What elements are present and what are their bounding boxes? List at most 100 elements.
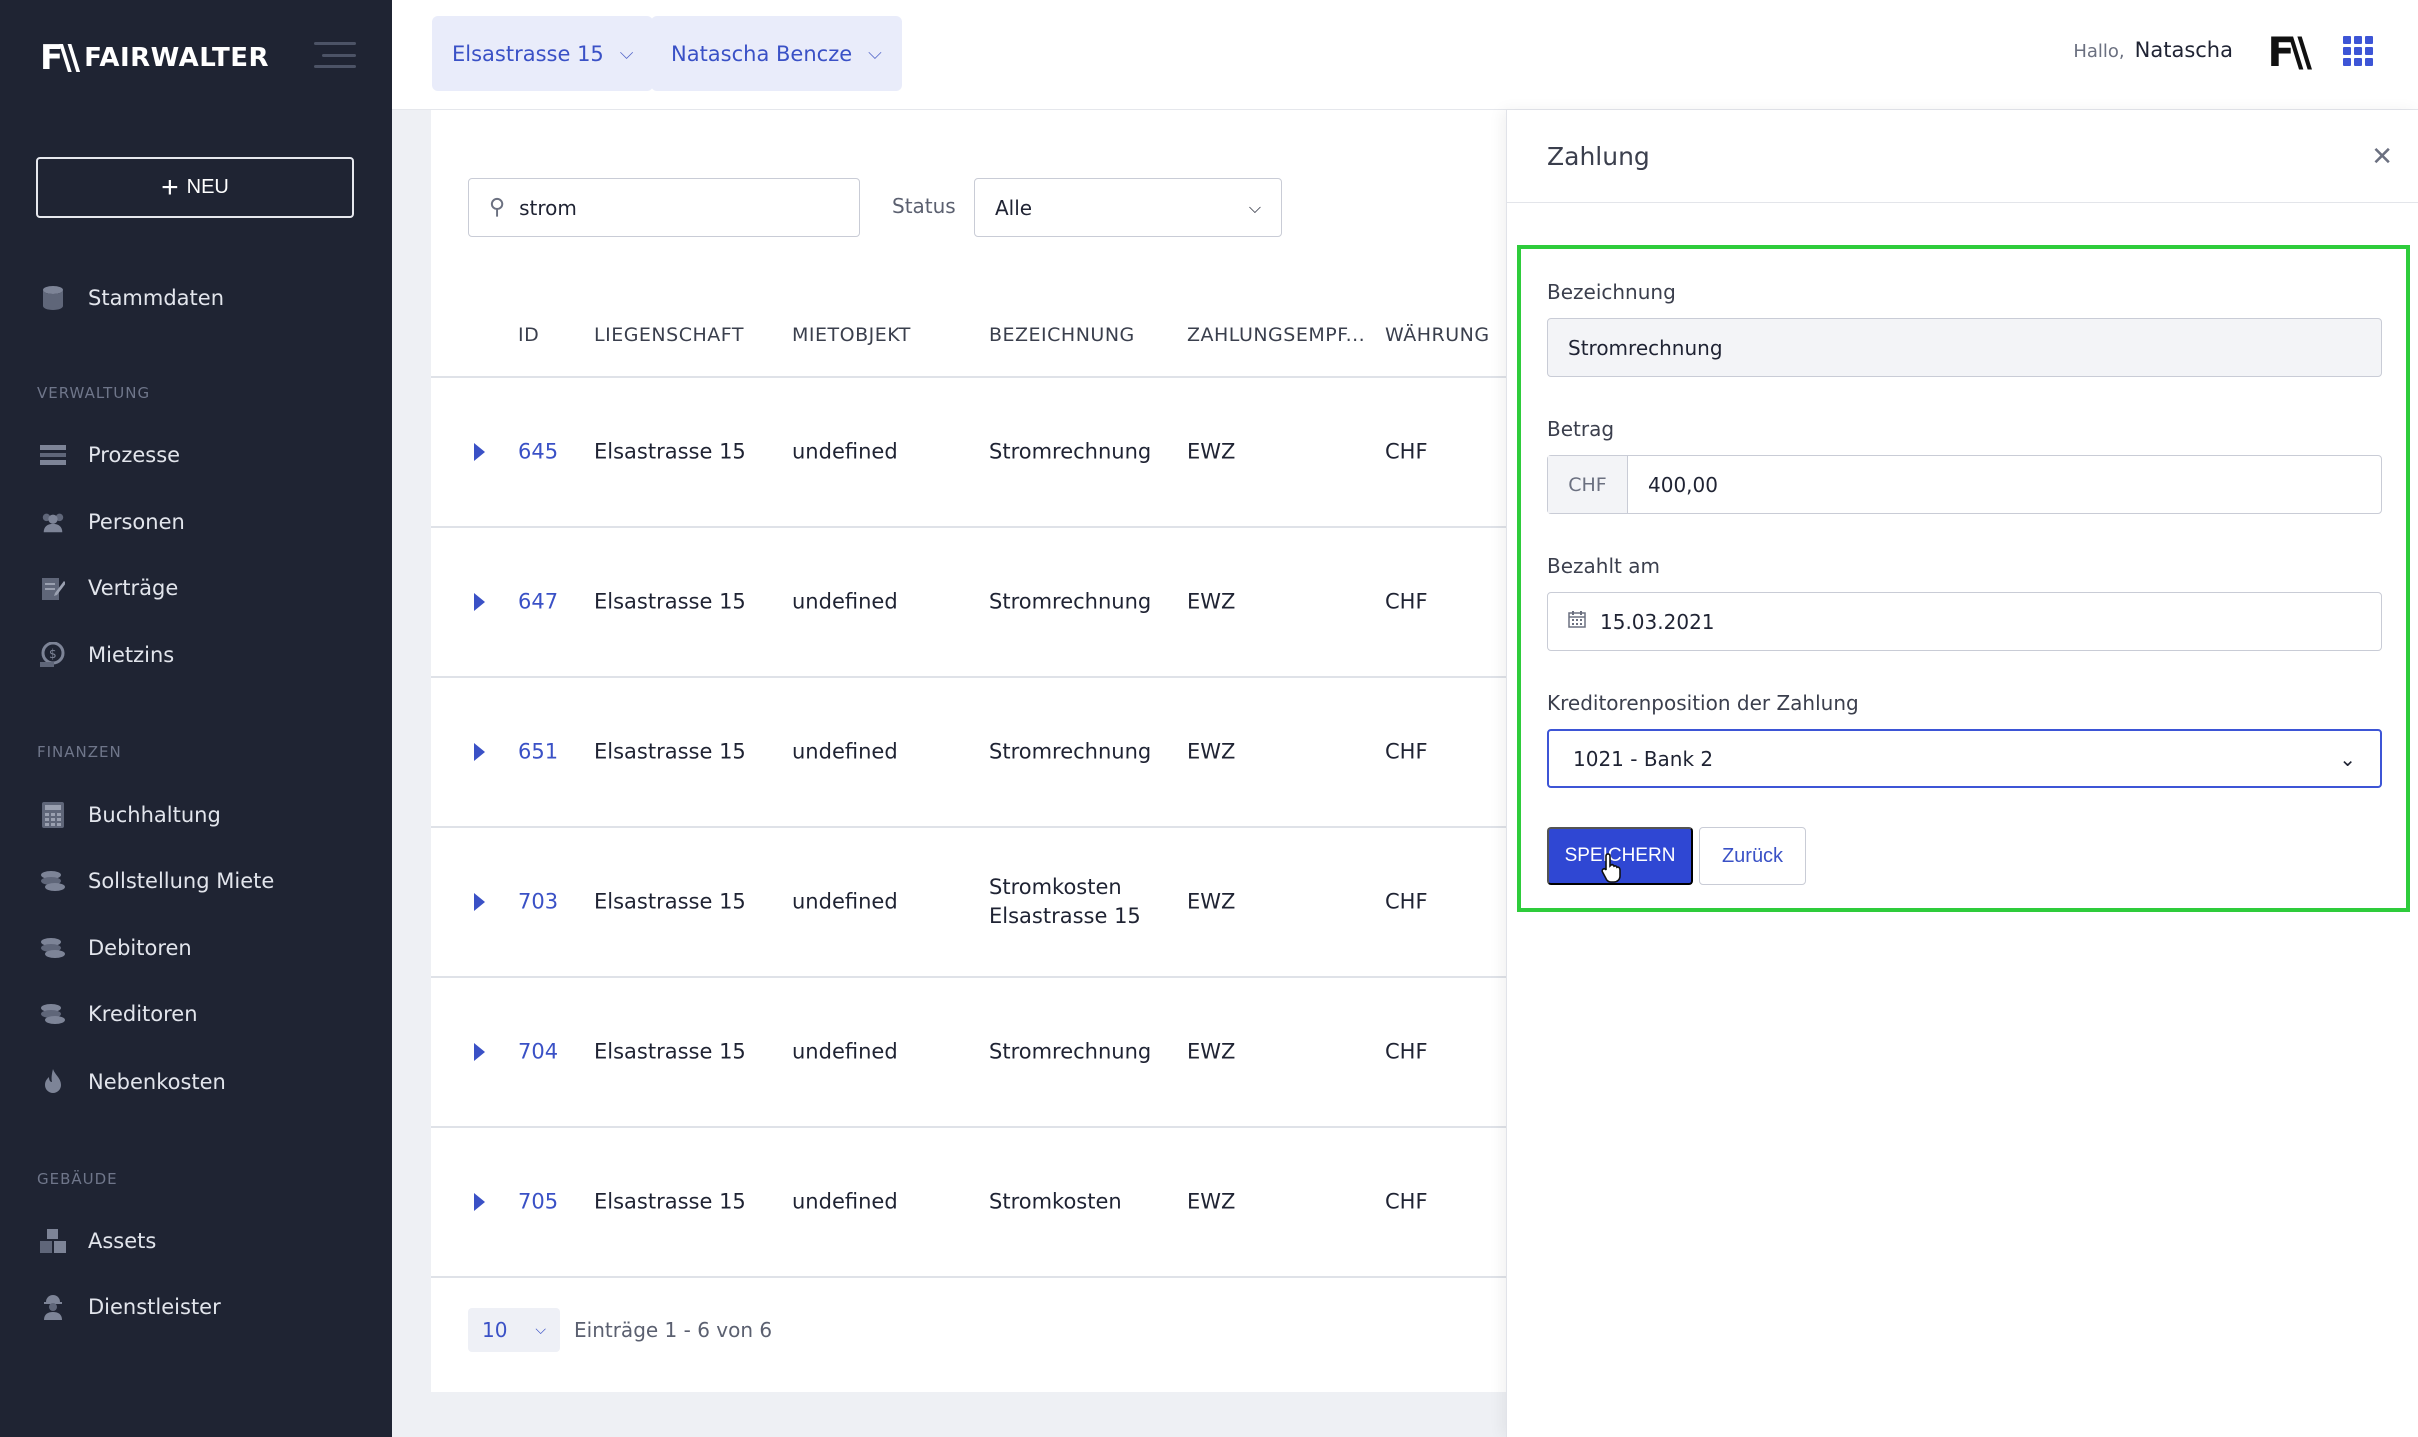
col-header-id[interactable]: ID [518, 324, 539, 346]
cell-id[interactable]: 645 [518, 438, 558, 467]
kreditor-value: 1021 - Bank 2 [1573, 746, 1714, 771]
kreditor-select[interactable]: 1021 - Bank 2 ⌄ [1547, 729, 2382, 788]
sidebar-item-vertraege[interactable]: Verträge [40, 575, 178, 601]
table-row[interactable]: 651 Elsastrasse 15 undefined Stromrechnu… [431, 678, 1631, 828]
sidebar-item-mietzins[interactable]: $ Mietzins [40, 642, 174, 668]
svg-text:$: $ [49, 647, 57, 661]
cell-id[interactable]: 651 [518, 738, 558, 767]
table-row[interactable]: 647 Elsastrasse 15 undefined Stromrechnu… [431, 528, 1631, 678]
bezeichnung-field[interactable]: Stromrechnung [1547, 318, 2382, 377]
chevron-down-icon: ⌵ [1248, 197, 1261, 217]
person-selector-label: Natascha Bencze [671, 41, 853, 66]
sidebar-item-stammdaten[interactable]: Stammdaten [40, 285, 224, 311]
cell-empfaenger: EWZ [1187, 1039, 1236, 1064]
cell-bezeichnung: Stromrechnung [989, 439, 1152, 464]
cell-liegenschaft: Elsastrasse 15 [594, 1189, 746, 1214]
sidebar-item-nebenkosten[interactable]: Nebenkosten [40, 1069, 226, 1095]
currency-addon: CHF [1548, 456, 1628, 513]
sidebar-item-label: Kreditoren [88, 1002, 198, 1026]
close-icon[interactable]: ✕ [2371, 142, 2393, 172]
sidebar-item-label: Debitoren [88, 936, 192, 960]
col-header-empfaenger[interactable]: ZAHLUNGSEMPF... [1187, 324, 1365, 346]
calendar-icon [1568, 610, 1586, 633]
cell-bezeichnung: Stromkosten Elsastrasse 15 [989, 875, 1141, 928]
top-header: Elsastrasse 15 ⌵ Natascha Bencze ⌵ Hallo… [392, 0, 2418, 110]
cell-bezeichnung: Stromrechnung [989, 739, 1152, 764]
section-verwaltung: VERWALTUNG [37, 384, 151, 402]
cell-id[interactable]: 703 [518, 888, 558, 917]
cell-mietobjekt: undefined [792, 1189, 898, 1214]
cell-bezeichnung: Stromrechnung [989, 589, 1152, 614]
cell-bezeichnung: Stromrechnung [989, 1039, 1152, 1064]
page-size-select[interactable]: 10 ⌵ [468, 1308, 560, 1352]
col-header-mietobjekt[interactable]: MIETOBJEKT [792, 324, 911, 346]
page-size-value: 10 [481, 1318, 508, 1342]
section-finanzen: FINANZEN [37, 743, 122, 761]
cell-liegenschaft: Elsastrasse 15 [594, 739, 746, 764]
avatar[interactable]: F\\ [2267, 30, 2311, 76]
status-select[interactable]: Alle ⌵ [974, 178, 1282, 237]
table-row[interactable]: 645 Elsastrasse 15 undefined Stromrechnu… [431, 378, 1631, 528]
entries-count: Einträge 1 - 6 von 6 [574, 1318, 773, 1342]
search-input[interactable] [519, 195, 820, 220]
panel-title: Zahlung [1547, 142, 1650, 171]
sidebar-item-buchhaltung[interactable]: Buchhaltung [40, 802, 221, 828]
col-header-liegenschaft[interactable]: LIEGENSCHAFT [594, 324, 744, 346]
sidebar-item-sollstellung[interactable]: Sollstellung Miete [40, 868, 274, 894]
bezeichnung-label: Bezeichnung [1547, 280, 1676, 304]
property-selector-label: Elsastrasse 15 [452, 41, 604, 66]
search-icon: ⚲ [489, 195, 506, 220]
bezahlt-value: 15.03.2021 [1600, 609, 1715, 634]
sidebar-item-label: Prozesse [88, 443, 181, 467]
chevron-down-icon: ⌄ [2339, 746, 2356, 771]
expand-row-icon[interactable] [474, 743, 485, 761]
expand-row-icon[interactable] [474, 893, 485, 911]
sidebar-item-label: Buchhaltung [88, 803, 221, 827]
cell-id[interactable]: 647 [518, 588, 558, 617]
menu-toggle-icon[interactable] [314, 42, 356, 68]
table-row[interactable]: 705 Elsastrasse 15 undefined Stromkosten… [431, 1128, 1631, 1278]
section-gebaeude: GEBÄUDE [37, 1170, 118, 1188]
bezahlt-label: Bezahlt am [1547, 554, 1660, 578]
col-header-bezeichnung[interactable]: BEZEICHNUNG [989, 324, 1135, 346]
greeting: Hallo, Natascha [2073, 38, 2233, 62]
cell-id[interactable]: 704 [518, 1038, 558, 1067]
coins-icon [40, 868, 66, 894]
payments-list-card: ⚲ Status Alle ⌵ ID LIEGENSCHAFT MIETOBJE… [431, 110, 1631, 1392]
sidebar-item-debitoren[interactable]: Debitoren [40, 935, 192, 961]
sidebar-item-dienstleister[interactable]: Dienstleister [40, 1294, 221, 1320]
logo[interactable]: F\\ FAIRWALTER [40, 38, 269, 78]
database-icon [40, 285, 66, 311]
sidebar-item-personen[interactable]: Personen [40, 509, 185, 535]
cell-mietobjekt: undefined [792, 589, 898, 614]
hand-cursor-icon [1601, 853, 1621, 883]
expand-row-icon[interactable] [474, 1193, 485, 1211]
cell-liegenschaft: Elsastrasse 15 [594, 889, 746, 914]
expand-row-icon[interactable] [474, 1043, 485, 1061]
expand-row-icon[interactable] [474, 593, 485, 611]
search-box[interactable]: ⚲ [468, 178, 860, 237]
logo-text: FAIRWALTER [84, 43, 270, 73]
table-row[interactable]: 704 Elsastrasse 15 undefined Stromrechnu… [431, 978, 1631, 1128]
col-header-waehrung[interactable]: WÄHRUNG [1385, 324, 1490, 346]
sidebar-item-kreditoren[interactable]: Kreditoren [40, 1001, 198, 1027]
betrag-field[interactable]: CHF 400,00 [1547, 455, 2382, 514]
bezahlt-date-field[interactable]: 15.03.2021 [1547, 592, 2382, 651]
cell-mietobjekt: undefined [792, 889, 898, 914]
new-button[interactable]: + NEU [36, 157, 354, 218]
expand-row-icon[interactable] [474, 443, 485, 461]
table-row[interactable]: 703 Elsastrasse 15 undefined Stromkosten… [431, 828, 1631, 978]
sidebar-item-label: Mietzins [88, 643, 175, 667]
cell-id[interactable]: 705 [518, 1188, 558, 1217]
cell-liegenschaft: Elsastrasse 15 [594, 589, 746, 614]
apps-grid-icon[interactable] [2343, 36, 2373, 66]
person-selector[interactable]: Natascha Bencze ⌵ [651, 16, 902, 91]
back-button[interactable]: Zurück [1699, 827, 1806, 885]
cell-liegenschaft: Elsastrasse 15 [594, 439, 746, 464]
sidebar: F\\ FAIRWALTER + NEU Stammdaten VERWALTU… [0, 0, 392, 1437]
sidebar-item-assets[interactable]: Assets [40, 1228, 156, 1254]
sidebar-item-prozesse[interactable]: Prozesse [40, 442, 180, 468]
property-selector[interactable]: Elsastrasse 15 ⌵ [432, 16, 654, 91]
plus-icon: + [161, 170, 179, 204]
sidebar-item-label: Verträge [88, 576, 179, 600]
